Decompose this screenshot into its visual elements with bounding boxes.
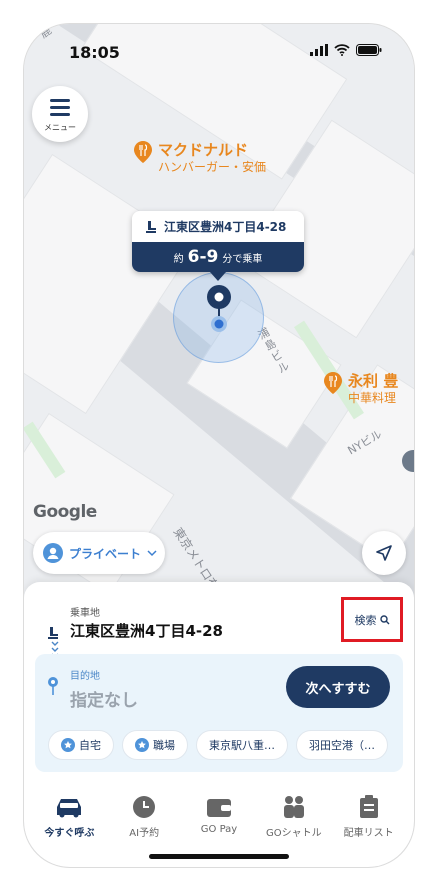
destination-value: 指定なし (70, 691, 138, 711)
battery-icon (356, 44, 382, 56)
poi-category: 中華料理 (348, 391, 397, 405)
tab-call-now[interactable]: 今すぐ呼ぶ (34, 792, 104, 852)
poi-name: マクドナルド (158, 141, 249, 159)
tab-label: 配車リスト (343, 828, 394, 839)
menu-button[interactable]: メニュー (32, 86, 88, 142)
eta-range: 6-9 (187, 247, 219, 267)
bubble-tail (210, 272, 226, 281)
tab-go-shuttle[interactable]: GOシャトル (259, 792, 329, 852)
pickup-bubble[interactable]: 江東区豊洲4丁目4-28 約 6-9 分で乗車 (132, 211, 304, 272)
search-label: 検索 (354, 613, 377, 627)
home-indicator (149, 854, 289, 859)
status-bar: 18:05 (24, 24, 414, 76)
taxi-icon (57, 799, 82, 818)
restaurant-pin-icon (134, 141, 152, 163)
ride-type-label: プライベート (69, 546, 142, 561)
next-button[interactable]: 次へすすむ (286, 666, 390, 708)
signal-icon (310, 44, 328, 56)
chip-haneda[interactable]: 羽田空港（… (296, 730, 388, 760)
tab-label: 今すぐ呼ぶ (44, 828, 95, 839)
eta-prefix: 約 (173, 253, 184, 265)
navigation-arrow-icon (376, 545, 392, 561)
wifi-icon (334, 44, 350, 56)
tab-go-pay[interactable]: GO Pay (184, 792, 254, 852)
destination-pin-icon (48, 677, 58, 695)
hamburger-icon (50, 99, 70, 120)
tab-label: GOシャトル (265, 828, 322, 839)
pickup-caption: 乗車地 (70, 608, 100, 619)
destination-panel: 目的地 指定なし 次へすすむ 自宅 職場 東京駅八重… 羽田空港（… (35, 654, 403, 772)
poi-name: 永利 豊 (348, 372, 399, 390)
search-button[interactable]: 検索 (341, 597, 403, 642)
phone-frame: 鹿 浦島ビル NYビル 東京メトロ有楽町 マクドナルド ハンバーガー・安価 永利… (24, 24, 414, 867)
user-icon (43, 543, 63, 563)
seat-icon (146, 220, 156, 233)
people-icon (283, 796, 304, 818)
pickup-pin-icon[interactable] (204, 282, 234, 334)
ride-type-selector[interactable]: プライベート (33, 532, 165, 574)
pickup-bubble-address: 江東区豊洲4丁目4-28 (164, 220, 287, 234)
pickup-address: 江東区豊洲4丁目4-28 (70, 622, 223, 640)
restaurant-pin-icon (324, 372, 342, 394)
chip-tokyo-station[interactable]: 東京駅八重… (196, 730, 288, 760)
status-time: 18:05 (69, 43, 120, 62)
eta-suffix: 分で乗車 (222, 253, 263, 265)
tab-bar: 今すぐ呼ぶ AI予約 GO Pay GOシャトル 配車リスト (24, 792, 414, 852)
star-icon (135, 738, 149, 752)
chip-work[interactable]: 職場 (122, 730, 188, 760)
destination-caption: 目的地 (70, 671, 100, 682)
star-icon (61, 738, 75, 752)
menu-label: メニュー (44, 123, 76, 132)
google-logo: Google (33, 502, 97, 522)
search-icon (379, 614, 389, 624)
poi-category: ハンバーガー・安価 (158, 160, 267, 174)
bottom-sheet: 乗車地 江東区豊洲4丁目4-28 検索 目的地 指定なし 次へすすむ 自宅 職場… (24, 582, 414, 867)
chip-label: 職場 (153, 739, 175, 752)
chip-home[interactable]: 自宅 (48, 730, 114, 760)
seat-icon (48, 627, 58, 639)
clipboard-icon (359, 795, 378, 818)
chip-label: 自宅 (79, 739, 101, 752)
tab-ai-reserve[interactable]: AI予約 (109, 792, 179, 852)
shortcut-chips: 自宅 職場 東京駅八重… 羽田空港（… (48, 730, 388, 760)
current-location-button[interactable] (362, 531, 406, 575)
chip-label: 羽田空港（… (309, 739, 375, 752)
tab-label: AI予約 (129, 828, 160, 839)
clock-icon (133, 796, 156, 818)
poi-mcdonalds[interactable]: マクドナルド ハンバーガー・安価 (134, 141, 266, 175)
poi-eiri[interactable]: 永利 豊 中華料理 (324, 372, 398, 406)
tab-label: GO Pay (200, 824, 238, 835)
wallet-icon (206, 799, 231, 817)
chip-label: 東京駅八重… (209, 739, 275, 752)
tab-dispatch-list[interactable]: 配車リスト (334, 792, 404, 852)
chevron-down-icon (147, 550, 157, 557)
